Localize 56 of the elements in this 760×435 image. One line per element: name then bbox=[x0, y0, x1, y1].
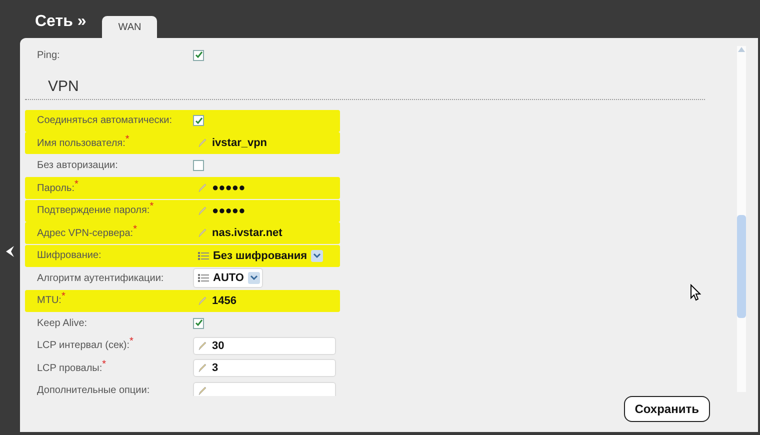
dropdown[interactable]: Без шифрования bbox=[193, 246, 326, 266]
required-mark: * bbox=[74, 180, 78, 190]
scrollbar-thumb[interactable] bbox=[737, 215, 746, 318]
pencil-icon bbox=[198, 363, 207, 373]
pencil-icon bbox=[198, 296, 207, 306]
save-button[interactable]: Сохранить bbox=[624, 396, 710, 422]
input-field[interactable]: ●●●●● bbox=[193, 179, 336, 197]
checkbox[interactable] bbox=[193, 160, 204, 171]
pencil-icon bbox=[198, 206, 207, 216]
input-field[interactable]: nas.ivstar.net bbox=[193, 224, 336, 242]
back-arrow-icon[interactable] bbox=[6, 246, 14, 257]
list-icon bbox=[198, 273, 209, 283]
pencil-icon bbox=[198, 340, 207, 350]
field-label: Алгоритм аутентификации: bbox=[37, 272, 164, 284]
input-field[interactable] bbox=[193, 382, 336, 396]
field-label: Подтверждение пароля: bbox=[37, 205, 150, 216]
scrollbar[interactable] bbox=[737, 46, 746, 392]
pencil-icon bbox=[198, 138, 207, 148]
required-mark: * bbox=[125, 134, 130, 144]
field-label: Ping: bbox=[37, 50, 60, 60]
pencil-icon bbox=[198, 386, 207, 396]
input-field[interactable]: ●●●●● bbox=[193, 202, 336, 220]
required-mark: * bbox=[61, 292, 66, 302]
required-mark: * bbox=[130, 337, 134, 347]
scroll-up-icon[interactable] bbox=[737, 46, 746, 53]
tab[interactable]: WAN bbox=[102, 16, 158, 38]
section-title: VPN bbox=[25, 66, 705, 100]
input-field[interactable]: 30 bbox=[193, 336, 336, 354]
input-field[interactable]: 1456 bbox=[193, 292, 336, 310]
field-label: Соединяться автоматически: bbox=[37, 115, 172, 126]
field-label: Адрес VPN-сервера: bbox=[37, 228, 134, 238]
required-mark: * bbox=[150, 202, 154, 212]
field-label: Имя пользователя: bbox=[37, 138, 126, 148]
pencil-icon bbox=[198, 183, 207, 193]
list-icon bbox=[198, 250, 209, 260]
field-label: MTU: bbox=[37, 295, 62, 306]
field-label: Шифрование: bbox=[37, 250, 102, 261]
checkbox[interactable] bbox=[193, 115, 204, 126]
required-mark: * bbox=[102, 360, 106, 370]
required-mark: * bbox=[133, 224, 137, 234]
field-label: LCP провалы: bbox=[37, 362, 102, 374]
mouse-cursor-icon bbox=[690, 284, 701, 301]
checkbox[interactable] bbox=[193, 318, 204, 328]
chevron-down-icon bbox=[248, 272, 260, 284]
field-label: Без авторизации: bbox=[37, 160, 118, 171]
input-field[interactable]: 3 bbox=[193, 359, 336, 377]
input-field[interactable]: ivstar_vpn bbox=[193, 134, 336, 152]
breadcrumb[interactable]: Сеть » bbox=[35, 13, 86, 31]
pencil-icon bbox=[198, 228, 207, 238]
field-label: Keep Alive: bbox=[37, 318, 88, 328]
checkbox[interactable] bbox=[193, 50, 204, 60]
field-label: LCP интервал (сек): bbox=[37, 340, 130, 351]
chevron-down-icon bbox=[311, 250, 324, 262]
field-label: Пароль: bbox=[37, 182, 74, 194]
dropdown[interactable]: AUTO bbox=[193, 268, 263, 288]
field-label: Дополнительные опции: bbox=[37, 385, 150, 396]
